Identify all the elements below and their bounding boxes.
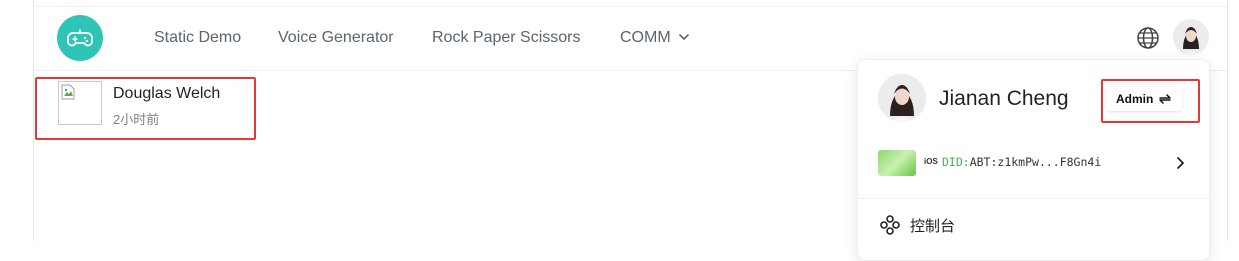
nav-link-voice-generator[interactable]: Voice Generator xyxy=(278,29,394,47)
menu-divider xyxy=(858,198,1209,199)
globe-icon[interactable] xyxy=(1136,26,1160,50)
menu-item-console-label: 控制台 xyxy=(910,218,956,235)
user-avatar-button[interactable] xyxy=(1173,19,1209,55)
nav-link-rock-paper-scissors[interactable]: Rock Paper Scissors xyxy=(432,29,581,47)
highlight-box-list-item xyxy=(35,77,256,140)
user-name: Jianan Cheng xyxy=(939,87,1069,110)
did-address: DID:ABT:z1kmPw...F8Gn4i xyxy=(942,155,1101,169)
ios-badge: iOS xyxy=(924,157,938,166)
nav-link-static-demo[interactable]: Static Demo xyxy=(154,29,241,47)
nav-menu-comm[interactable]: COMM xyxy=(620,29,689,47)
user-menu-avatar xyxy=(878,74,926,122)
did-prefix: DID: xyxy=(942,155,970,169)
gamepad-icon xyxy=(67,29,93,47)
app-logo[interactable] xyxy=(57,15,103,61)
did-wallet-row[interactable]: iOS DID:ABT:z1kmPw...F8Gn4i xyxy=(878,150,1190,176)
avatar-image xyxy=(1173,19,1209,55)
chevron-down-icon xyxy=(678,34,689,41)
avatar-image xyxy=(878,74,926,122)
nav-menu-comm-label: COMM xyxy=(620,29,671,46)
page-frame-right xyxy=(1227,0,1228,241)
chevron-right-icon xyxy=(1177,157,1184,169)
highlight-box-role-button xyxy=(1101,79,1200,123)
did-wallet-icon xyxy=(878,150,916,176)
did-value: ABT:z1kmPw...F8Gn4i xyxy=(969,155,1102,169)
cluster-icon xyxy=(880,215,900,235)
